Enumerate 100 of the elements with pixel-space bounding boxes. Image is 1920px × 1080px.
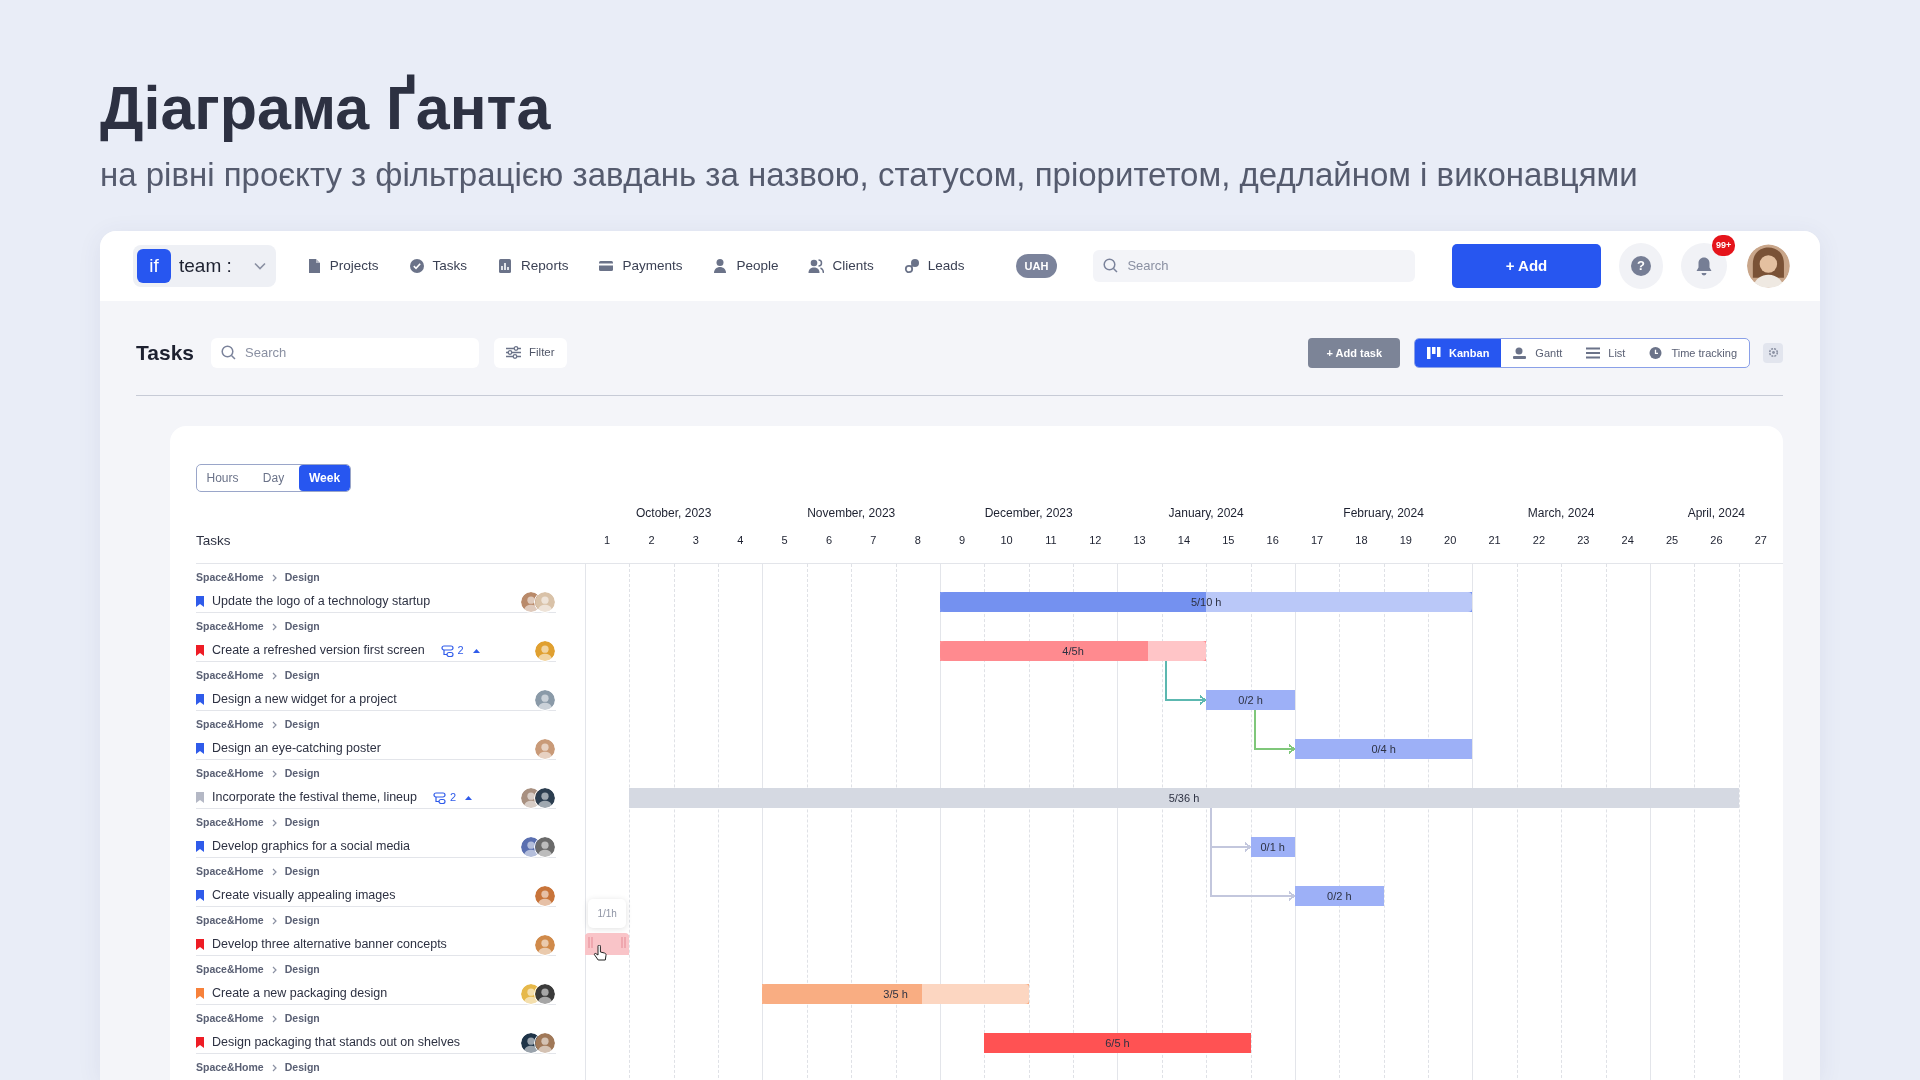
caret-up-icon[interactable] — [472, 648, 480, 653]
week-label: 23 — [1576, 532, 1591, 548]
bar-label: 5/36 h — [1168, 790, 1200, 806]
bar-label: 4/5h — [1062, 643, 1084, 659]
nav-link[interactable]: People — [712, 255, 779, 276]
week-label: 4 — [736, 532, 745, 548]
view-tab[interactable]: Gantt — [1501, 338, 1575, 367]
add-task-button[interactable]: + Add task — [1308, 337, 1400, 368]
settings-button[interactable] — [1763, 342, 1783, 363]
week-label: 20 — [1443, 532, 1458, 548]
list-icon — [1586, 346, 1601, 359]
help-button[interactable]: ? — [1618, 242, 1664, 289]
caret-up-icon[interactable] — [465, 795, 473, 800]
bar-label: 3/5 h — [883, 986, 908, 1002]
week-label: 24 — [1620, 532, 1635, 548]
search-field[interactable]: Search — [211, 337, 479, 368]
section-name: Design — [284, 814, 320, 830]
project-name: Space&Home — [196, 814, 264, 830]
week-label: 16 — [1265, 532, 1280, 548]
check-icon — [408, 257, 425, 274]
hand-cursor-icon — [593, 944, 607, 961]
task-title[interactable]: Develop three alternative banner concepts — [212, 935, 447, 954]
page-subtitle: на рівні проєкту з фільтрацією завдань за назвою, статусом, пріоритетом, дедлайном і виконавцями — [100, 155, 1639, 195]
nav-link[interactable]: Projects — [305, 255, 379, 276]
bar-label: 6/5 h — [1105, 1035, 1130, 1051]
bar-tooltip: 1/1h — [588, 898, 627, 928]
nav-link[interactable]: Payments — [598, 255, 683, 276]
search-field[interactable]: Search — [1093, 249, 1416, 282]
view-tab[interactable]: Kanban — [1415, 338, 1502, 367]
gantt-bar[interactable]: 3/5 h — [762, 983, 1029, 1004]
week-label: 27 — [1753, 532, 1768, 548]
section-name: Design — [284, 667, 320, 683]
week-label: 19 — [1398, 532, 1413, 548]
project-name: Space&Home — [196, 765, 264, 781]
task-title[interactable]: Incorporate the festival theme, lineup — [212, 788, 417, 807]
chevron-right-icon — [271, 867, 277, 876]
add-button[interactable]: + Add — [1452, 243, 1601, 288]
week-label: 8 — [913, 532, 922, 548]
week-label: 3 — [691, 532, 700, 548]
scale-tab[interactable]: Day — [248, 464, 299, 491]
task-title[interactable]: Design an eye-catching poster — [212, 739, 381, 758]
section-name: Design — [284, 716, 320, 732]
chevron-right-icon — [271, 622, 277, 631]
filter-button[interactable]: Filter — [494, 337, 567, 368]
bar-label: 0/1 h — [1260, 839, 1285, 855]
bar-label: 5/10 h — [1190, 594, 1222, 610]
subtasks-icon — [440, 644, 454, 657]
settings-icon — [1767, 347, 1779, 359]
search-icon — [221, 345, 236, 361]
nav-link[interactable]: Reports — [497, 255, 569, 276]
task-title[interactable]: Update the logo of a technology startup — [212, 592, 431, 611]
nav-link[interactable]: Tasks — [408, 255, 468, 276]
project-name: Space&Home — [196, 1059, 264, 1075]
subtasks-icon — [433, 791, 446, 804]
scale-tab[interactable]: Hours — [197, 464, 248, 491]
chevron-right-icon — [271, 1063, 277, 1072]
project-name: Space&Home — [196, 912, 264, 928]
task-title[interactable]: Develop graphics for a social media — [212, 837, 411, 856]
week-label: 11 — [1044, 532, 1058, 548]
task-title[interactable]: Create visually appealing images — [212, 886, 396, 905]
week-label: 1 — [603, 532, 612, 548]
task-title[interactable]: Create a new packaging design — [212, 984, 388, 1003]
currency-badge: UAH — [1015, 253, 1058, 279]
month-label: April, 2024 — [1686, 504, 1747, 522]
workspace-switcher[interactable]: if team : — [133, 244, 276, 287]
user-avatar[interactable] — [1747, 243, 1790, 288]
logo-mark: if — [137, 248, 171, 283]
project-name: Space&Home — [196, 716, 264, 732]
scale-tab[interactable]: Week — [299, 464, 350, 491]
nav-link[interactable]: Leads — [903, 255, 965, 276]
workspace-name: team : — [179, 253, 232, 278]
view-tab[interactable]: List — [1574, 338, 1638, 367]
chain-icon — [903, 257, 920, 274]
task-title[interactable]: Create a refreshed version first screen — [212, 641, 425, 660]
section-name: Design — [284, 961, 320, 977]
task-title[interactable]: Design a new widget for a project — [212, 690, 397, 709]
gantt-bar[interactable]: 5/10 h — [939, 591, 1473, 612]
notification-count: 99+ — [1711, 234, 1736, 257]
project-name: Space&Home — [196, 863, 264, 879]
bell-icon — [1695, 255, 1714, 276]
nav-link[interactable]: Clients — [808, 255, 874, 276]
column-header: Tasks — [196, 531, 231, 550]
week-label: 10 — [999, 532, 1014, 548]
gantt-bar[interactable]: 4/5h — [939, 640, 1207, 661]
page-title: Діаграма Ґанта — [100, 73, 552, 144]
week-label: 13 — [1132, 532, 1147, 548]
section-name: Design — [284, 765, 320, 781]
week-label: 21 — [1487, 532, 1502, 548]
view-tab[interactable]: Time tracking — [1637, 338, 1749, 367]
clock-icon — [1649, 346, 1664, 359]
task-title[interactable]: Design packaging that stands out on shelves — [212, 1033, 461, 1052]
chevron-right-icon — [271, 965, 277, 974]
month-label: December, 2023 — [983, 504, 1074, 522]
person-icon — [1513, 346, 1528, 359]
month-label: March, 2024 — [1526, 504, 1596, 522]
chevron-right-icon — [271, 1014, 277, 1023]
bar-label: 0/2 h — [1238, 692, 1263, 708]
week-label: 7 — [869, 532, 878, 548]
kanban-icon — [1427, 346, 1441, 359]
week-label: 12 — [1088, 532, 1103, 548]
